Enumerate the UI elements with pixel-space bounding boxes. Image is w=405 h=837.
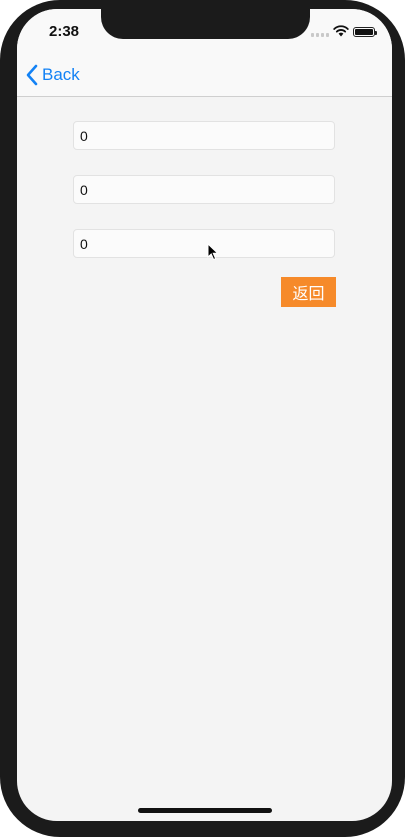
wifi-icon <box>333 25 349 37</box>
back-button[interactable]: Back <box>25 63 80 87</box>
screen: 2:38 Back 0 0 0 返回 <box>17 9 392 821</box>
status-time: 2:38 <box>49 23 80 40</box>
text-field-3[interactable] <box>73 229 335 258</box>
signal-icon <box>311 31 331 37</box>
notch <box>101 9 310 39</box>
navigation-bar: Back <box>17 53 392 97</box>
battery-icon <box>353 27 377 37</box>
text-field-2[interactable] <box>73 175 335 204</box>
return-button[interactable]: 返回 <box>281 277 336 307</box>
chevron-left-icon <box>26 64 38 86</box>
mouse-cursor-icon <box>207 243 219 261</box>
back-label: Back <box>42 65 80 84</box>
text-field-1[interactable] <box>73 121 335 150</box>
phone-frame: 2:38 Back 0 0 0 返回 <box>0 0 405 837</box>
home-indicator <box>138 808 272 813</box>
